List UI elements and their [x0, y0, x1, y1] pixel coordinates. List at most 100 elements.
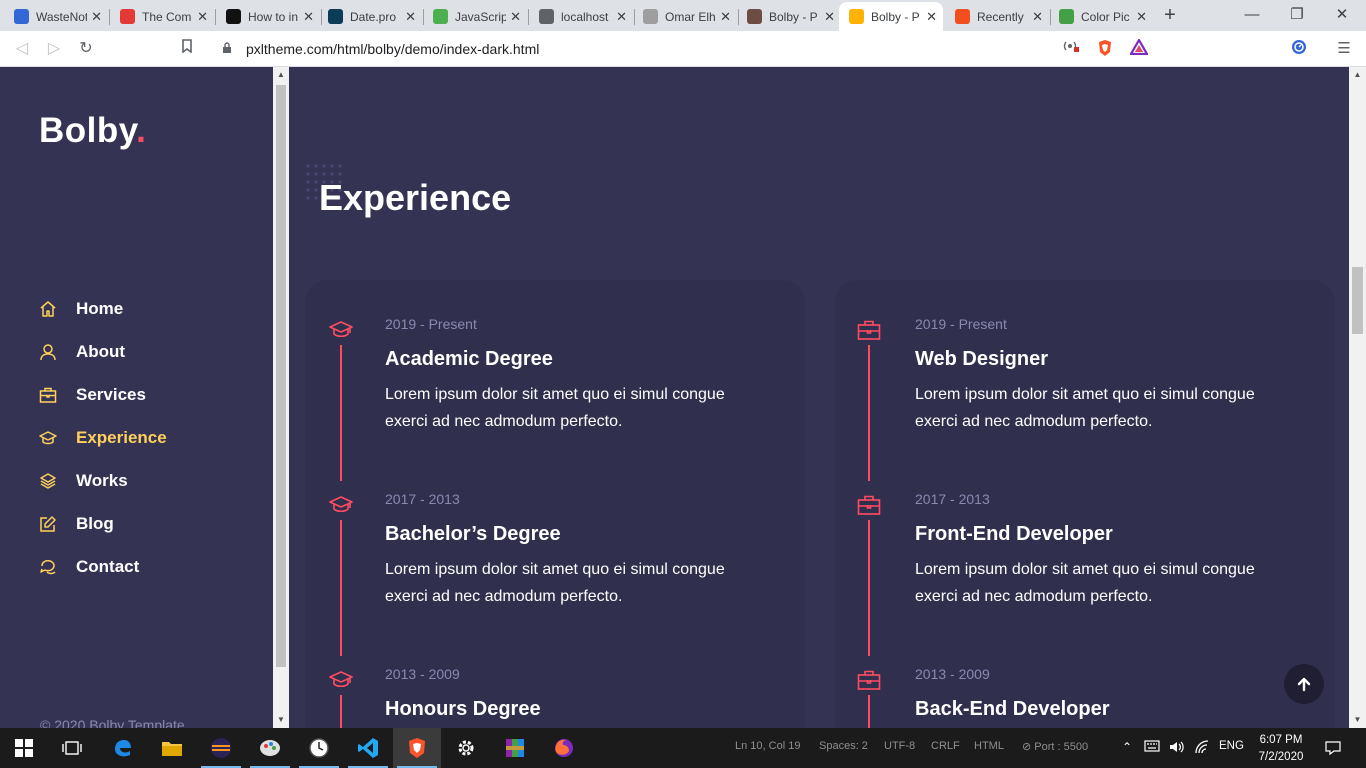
- tab-title: Date.pro: [350, 9, 397, 24]
- settings-gear-icon[interactable]: [442, 728, 490, 768]
- timeline-date: 2017 - 2013: [385, 491, 460, 507]
- menu-icon[interactable]: ☰: [1334, 39, 1354, 59]
- nav-label-blog: Blog: [76, 513, 114, 533]
- timeline-date: 2019 - Present: [915, 316, 1007, 332]
- sidebar-scrollbar[interactable]: ▲ ▼: [273, 67, 289, 728]
- paint-icon[interactable]: [246, 728, 294, 768]
- close-tab-icon[interactable]: ✕: [91, 9, 102, 25]
- briefcase-icon: [856, 492, 882, 518]
- close-tab-icon[interactable]: ✕: [303, 9, 314, 25]
- reload-icon[interactable]: ↻: [75, 38, 97, 60]
- timeline-title: Back-End Developer: [915, 698, 1110, 720]
- page-scroll-thumb[interactable]: [1352, 267, 1363, 334]
- tab-title: Color Pic: [1081, 9, 1130, 24]
- file-explorer-icon[interactable]: [148, 728, 196, 768]
- close-tab-icon[interactable]: ✕: [720, 9, 731, 25]
- status-item[interactable]: Spaces: 2: [819, 740, 868, 752]
- status-item[interactable]: HTML: [974, 740, 1004, 752]
- bookmark-icon[interactable]: [176, 38, 198, 60]
- firefox-icon[interactable]: [540, 728, 588, 768]
- forward-icon[interactable]: ▷: [43, 38, 65, 60]
- volume-icon[interactable]: [1169, 740, 1185, 757]
- close-tab-icon[interactable]: ✕: [824, 9, 835, 25]
- windows-taskbar: Ln 10, Col 19 Spaces: 2 UTF-8 CRLF HTML ⊘ Por…: [0, 728, 1366, 768]
- user-icon: [39, 343, 57, 361]
- edge-icon[interactable]: [99, 728, 147, 768]
- close-tab-icon[interactable]: ✕: [926, 9, 937, 25]
- browser-tab[interactable]: How to in ✕: [216, 2, 320, 31]
- scroll-to-top-button[interactable]: [1284, 664, 1324, 704]
- w-logo-icon: [643, 9, 658, 24]
- task-view-icon[interactable]: [48, 728, 96, 768]
- brave-shield-icon[interactable]: [1095, 39, 1115, 59]
- nav-item-contact[interactable]: Contact: [39, 545, 167, 588]
- clock-app-icon[interactable]: [295, 728, 343, 768]
- browser-tab[interactable]: Omar Elh ✕: [633, 2, 737, 31]
- maximize-button[interactable]: ❐: [1286, 4, 1308, 26]
- broadcast-icon[interactable]: [1061, 39, 1081, 59]
- scroll-up-arrow-icon[interactable]: ▲: [273, 67, 289, 83]
- nav-item-home[interactable]: Home: [39, 287, 167, 330]
- nav-item-experience[interactable]: Experience: [39, 416, 167, 459]
- edit-icon: [39, 515, 57, 533]
- site-logo[interactable]: Bolby.: [39, 111, 146, 151]
- scroll-up-arrow-icon[interactable]: ▲: [1349, 67, 1366, 83]
- brave-browser-icon[interactable]: [393, 728, 441, 768]
- browser-tab[interactable]: Color Pic ✕: [1049, 2, 1153, 31]
- language-indicator[interactable]: ENG: [1219, 740, 1244, 752]
- back-icon[interactable]: ◁: [11, 38, 33, 60]
- timeline-text: Lorem ipsum dolor sit amet quo ei simul …: [915, 561, 1255, 605]
- scroll-down-arrow-icon[interactable]: ▼: [273, 712, 289, 728]
- browser-tab[interactable]: localhost ✕: [529, 2, 633, 31]
- keyboard-icon[interactable]: [1144, 740, 1160, 755]
- address-bar[interactable]: pxltheme.com/html/bolby/demo/index-dark.…: [212, 35, 1157, 63]
- graduation-cap-icon: [328, 667, 354, 693]
- chevron-up-icon[interactable]: ⌃: [1122, 740, 1132, 754]
- status-item[interactable]: CRLF: [931, 740, 960, 752]
- browser-tab[interactable]: The Com ✕: [110, 2, 214, 31]
- browser-tab[interactable]: Bolby - P ✕: [737, 2, 841, 31]
- browser-tab[interactable]: JavaScrip ✕: [423, 2, 527, 31]
- browser-tab[interactable]: Recently ✕: [945, 2, 1049, 31]
- globe-icon: [539, 9, 554, 24]
- extension-icon[interactable]: [1289, 39, 1309, 59]
- browser-tab[interactable]: WasteNot ✕: [4, 2, 108, 31]
- close-tab-icon[interactable]: ✕: [510, 9, 521, 25]
- browser-tab[interactable]: Date.pro ✕: [318, 2, 422, 31]
- url-text: pxltheme.com/html/bolby/demo/index-dark.…: [246, 41, 540, 57]
- nav-item-works[interactable]: Works: [39, 459, 167, 502]
- close-tab-icon[interactable]: ✕: [1032, 9, 1043, 25]
- browser-tab[interactable]: Bolby - P ✕: [839, 2, 943, 31]
- notifications-icon[interactable]: [1325, 740, 1341, 759]
- close-tab-icon[interactable]: ✕: [616, 9, 627, 25]
- minimize-button[interactable]: —: [1241, 4, 1263, 26]
- nav-item-about[interactable]: About: [39, 330, 167, 373]
- status-item[interactable]: UTF-8: [884, 740, 915, 752]
- timeline-line: [868, 520, 870, 656]
- winrar-icon[interactable]: [491, 728, 539, 768]
- eclipse-icon[interactable]: [197, 728, 245, 768]
- scroll-down-arrow-icon[interactable]: ▼: [1349, 712, 1366, 728]
- timeline-line: [868, 345, 870, 481]
- close-tab-icon[interactable]: ✕: [197, 9, 208, 25]
- vscode-icon[interactable]: [344, 728, 392, 768]
- status-item[interactable]: Ln 10, Col 19: [735, 740, 800, 752]
- tab-title: Bolby - P: [871, 9, 920, 24]
- close-tab-icon[interactable]: ✕: [405, 9, 416, 25]
- windows-start-icon[interactable]: [0, 728, 48, 768]
- timeline-line: [340, 695, 342, 728]
- wifi-icon[interactable]: [1194, 740, 1210, 757]
- new-tab-button[interactable]: +: [1159, 4, 1181, 26]
- photo-icon: [747, 9, 762, 24]
- close-window-button[interactable]: ✕: [1331, 4, 1353, 26]
- layers-icon: [39, 472, 57, 490]
- sidebar-scroll-thumb[interactable]: [276, 85, 286, 667]
- nav-label-contact: Contact: [76, 556, 140, 576]
- nav-item-blog[interactable]: Blog: [39, 502, 167, 545]
- nav-item-services[interactable]: Services: [39, 373, 167, 416]
- close-tab-icon[interactable]: ✕: [1136, 9, 1147, 25]
- status-item[interactable]: ⊘ Port : 5500: [1022, 740, 1088, 753]
- page-scrollbar[interactable]: ▲ ▼: [1349, 67, 1366, 728]
- system-clock[interactable]: 6:07 PM 7/2/2020: [1249, 732, 1313, 766]
- brave-rewards-icon[interactable]: [1129, 37, 1149, 59]
